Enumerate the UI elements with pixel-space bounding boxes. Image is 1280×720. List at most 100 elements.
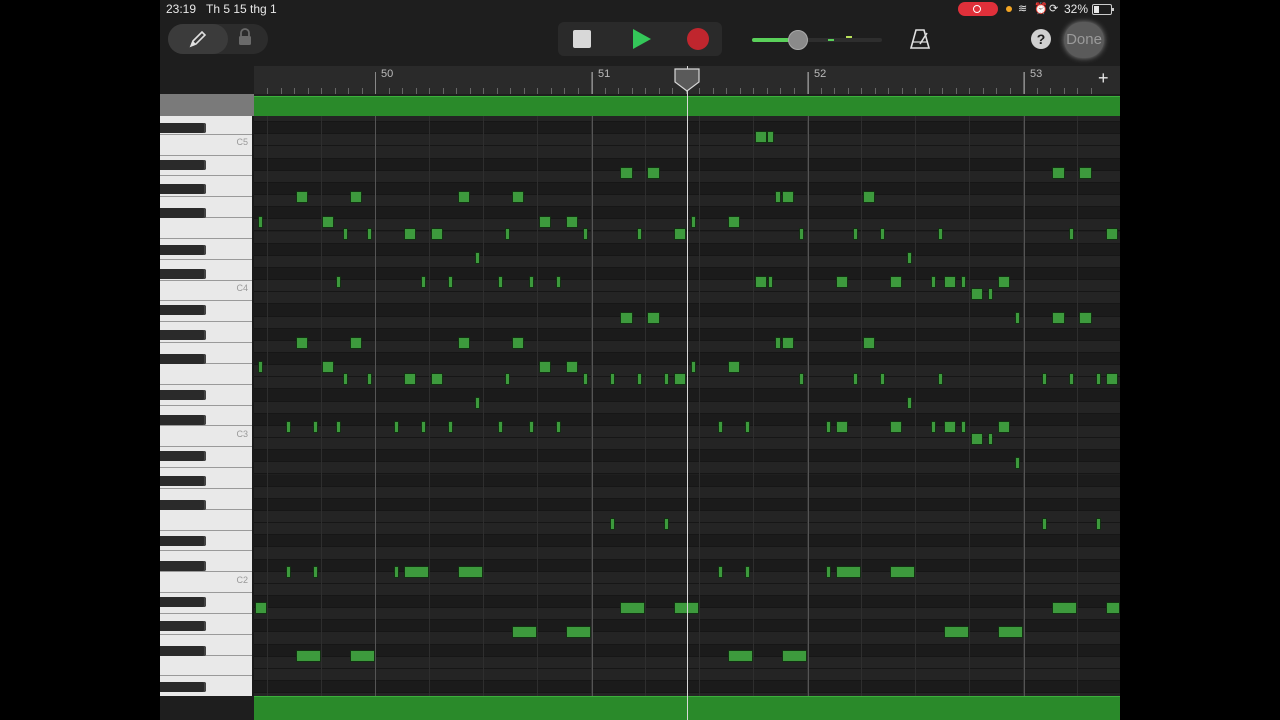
midi-note[interactable] xyxy=(998,626,1023,638)
midi-note[interactable] xyxy=(336,276,341,288)
midi-note[interactable] xyxy=(448,421,453,433)
midi-note[interactable] xyxy=(664,518,669,530)
midi-note[interactable] xyxy=(1052,167,1065,179)
midi-note[interactable] xyxy=(404,228,416,240)
piano-black-key[interactable] xyxy=(160,305,206,316)
midi-note[interactable] xyxy=(322,216,334,228)
midi-note[interactable] xyxy=(583,228,588,240)
midi-note[interactable] xyxy=(961,276,966,288)
midi-note[interactable] xyxy=(664,373,669,385)
midi-note[interactable] xyxy=(539,361,551,373)
midi-note[interactable] xyxy=(529,421,534,433)
piano-white-key[interactable] xyxy=(160,509,252,531)
midi-note[interactable] xyxy=(755,131,767,143)
done-button[interactable]: Done xyxy=(1064,22,1104,58)
piano-black-key[interactable] xyxy=(160,244,206,255)
midi-note[interactable] xyxy=(610,373,615,385)
piano-black-key[interactable] xyxy=(160,354,206,364)
pencil-button[interactable] xyxy=(168,24,228,54)
midi-note[interactable] xyxy=(431,228,443,240)
midi-note[interactable] xyxy=(988,433,993,445)
midi-note[interactable] xyxy=(775,191,781,203)
piano-keyboard[interactable]: C5 C4 C3 C2 xyxy=(160,116,254,696)
add-section-button[interactable]: + xyxy=(1098,68,1109,89)
midi-note[interactable] xyxy=(512,337,524,349)
midi-note[interactable] xyxy=(556,421,561,433)
piano-black-key[interactable] xyxy=(160,499,206,510)
midi-note[interactable] xyxy=(826,566,831,578)
midi-note[interactable] xyxy=(836,421,848,433)
midi-note[interactable] xyxy=(691,361,696,373)
midi-note[interactable] xyxy=(296,650,321,662)
midi-note[interactable] xyxy=(620,602,645,614)
lock-button[interactable] xyxy=(238,28,252,51)
midi-note[interactable] xyxy=(1096,373,1101,385)
midi-note[interactable] xyxy=(799,373,804,385)
midi-note[interactable] xyxy=(1042,373,1047,385)
piano-white-key[interactable] xyxy=(160,655,252,677)
midi-note[interactable] xyxy=(863,191,875,203)
midi-note[interactable] xyxy=(556,276,561,288)
midi-note[interactable] xyxy=(539,216,551,228)
midi-note[interactable] xyxy=(394,566,399,578)
midi-note[interactable] xyxy=(637,373,642,385)
midi-note[interactable] xyxy=(431,373,443,385)
midi-note[interactable] xyxy=(836,566,861,578)
midi-note[interactable] xyxy=(458,337,470,349)
midi-note[interactable] xyxy=(971,288,983,300)
piano-black-key[interactable] xyxy=(160,208,206,219)
midi-note[interactable] xyxy=(938,373,943,385)
midi-note[interactable] xyxy=(782,337,794,349)
midi-note[interactable] xyxy=(1106,228,1118,240)
midi-note[interactable] xyxy=(258,216,263,228)
midi-note[interactable] xyxy=(1042,518,1047,530)
piano-black-key[interactable] xyxy=(160,268,206,279)
midi-note[interactable] xyxy=(529,276,534,288)
master-volume-slider[interactable] xyxy=(788,30,808,50)
midi-note[interactable] xyxy=(1069,228,1074,240)
midi-note[interactable] xyxy=(674,228,686,240)
midi-note[interactable] xyxy=(421,421,426,433)
midi-note[interactable] xyxy=(944,421,956,433)
midi-note[interactable] xyxy=(1106,373,1118,385)
midi-note[interactable] xyxy=(944,626,969,638)
midi-note[interactable] xyxy=(938,228,943,240)
midi-note[interactable] xyxy=(944,276,956,288)
midi-note[interactable] xyxy=(343,228,348,240)
midi-note[interactable] xyxy=(458,191,470,203)
midi-note[interactable] xyxy=(296,191,308,203)
midi-note[interactable] xyxy=(512,191,524,203)
midi-note[interactable] xyxy=(448,276,453,288)
midi-note[interactable] xyxy=(458,566,483,578)
midi-note[interactable] xyxy=(421,276,426,288)
midi-note[interactable] xyxy=(313,421,318,433)
midi-note[interactable] xyxy=(350,191,362,203)
record-button[interactable] xyxy=(678,22,722,56)
midi-note[interactable] xyxy=(745,421,750,433)
piano-white-key[interactable] xyxy=(160,218,252,239)
midi-note[interactable] xyxy=(350,650,375,662)
midi-note[interactable] xyxy=(583,373,588,385)
midi-note[interactable] xyxy=(343,373,348,385)
midi-note[interactable] xyxy=(367,228,372,240)
midi-note[interactable] xyxy=(637,228,642,240)
midi-note[interactable] xyxy=(907,397,912,409)
midi-note[interactable] xyxy=(988,288,993,300)
midi-note[interactable] xyxy=(745,566,750,578)
midi-note[interactable] xyxy=(1052,602,1077,614)
midi-note[interactable] xyxy=(674,373,686,385)
piano-black-key[interactable] xyxy=(160,159,206,170)
midi-note[interactable] xyxy=(890,566,915,578)
midi-note[interactable] xyxy=(255,602,267,614)
midi-note[interactable] xyxy=(367,373,372,385)
midi-note[interactable] xyxy=(863,337,875,349)
midi-note[interactable] xyxy=(853,373,858,385)
midi-note[interactable] xyxy=(836,276,848,288)
midi-note[interactable] xyxy=(998,276,1010,288)
piano-black-key[interactable] xyxy=(160,183,206,194)
midi-note[interactable] xyxy=(1069,373,1074,385)
midi-note[interactable] xyxy=(931,276,936,288)
midi-note[interactable] xyxy=(775,337,781,349)
midi-note[interactable] xyxy=(1079,312,1092,324)
midi-note[interactable] xyxy=(322,361,334,373)
